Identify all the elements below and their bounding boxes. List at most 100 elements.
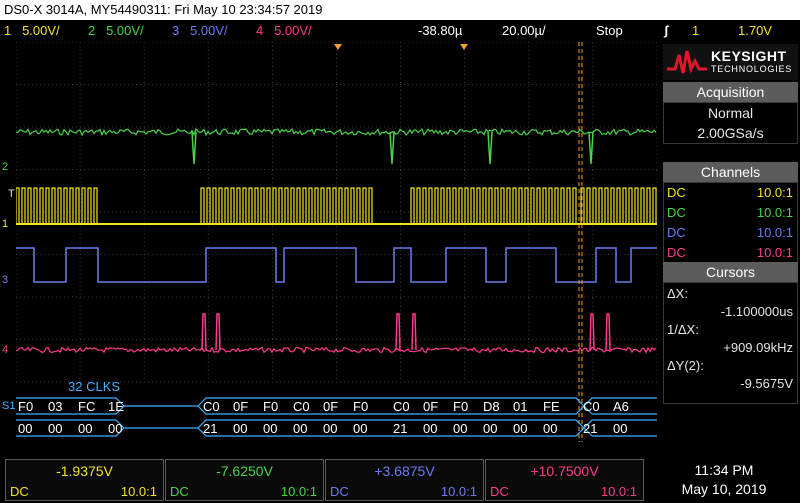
channel-row-2[interactable]: DC 10.0:1 — [664, 203, 797, 223]
ch1-ground-marker[interactable]: 1 — [2, 218, 8, 230]
ch4-coupling: DC — [667, 245, 686, 260]
ch4-number: 4 — [256, 23, 264, 38]
channel-row-4[interactable]: DC 10.0:1 — [664, 243, 797, 263]
serial-byte: 21 — [583, 421, 597, 436]
acquisition-header[interactable]: Acquisition — [663, 82, 798, 102]
ch3-probe: 10.0:1 — [756, 225, 793, 240]
serial-byte: F0 — [18, 399, 33, 414]
ch4-measure-value: +10.7500V — [530, 463, 599, 479]
serial-byte: 00 — [353, 421, 367, 436]
acquisition-body: Normal 2.00GSa/s — [663, 102, 798, 144]
ch4-probe: 10.0:1 — [756, 245, 793, 260]
inv-dx-value-row: +909.09kHz — [664, 339, 797, 357]
acquisition-mode: Normal — [707, 105, 754, 121]
serial-bus-marker[interactable]: S1 — [2, 400, 15, 412]
trigger-source[interactable]: 1 — [692, 20, 699, 42]
ch1-measure-probe: 10.0:1 — [120, 484, 157, 499]
serial-byte: 00 — [423, 421, 437, 436]
ch4-measure-probe: 10.0:1 — [600, 484, 637, 499]
ch4-scale: 5.00V/ — [274, 23, 312, 38]
ch3-measure-value: +3.6875V — [374, 463, 435, 479]
ch1-number: 1 — [4, 23, 12, 38]
serial-byte: F0 — [263, 399, 278, 414]
waveform-display[interactable]: F0 03 FC 1E C0 0F F0 C0 0F F0 C0 0F F0 D8 01 FE C0 A6 00 00… — [2, 42, 657, 442]
keysight-logo: KEYSIGHT TECHNOLOGIES — [663, 44, 798, 80]
timebase-scale[interactable]: 20.00µ/ — [502, 20, 546, 42]
ch3-number: 3 — [172, 23, 180, 38]
horizontal-delay[interactable]: -38.80µ — [418, 20, 462, 42]
bottom-measurement-bar: -1.9375V DC 10.0:1 -7.6250V DC 10.0:1 +3… — [0, 457, 800, 503]
measure-cell-ch2[interactable]: -7.6250V DC 10.0:1 — [165, 459, 324, 501]
ch2-glitch — [191, 131, 197, 165]
ch4-ground-marker[interactable]: 4 — [2, 344, 8, 356]
ch4-status[interactable]: 4 5.00V/ — [256, 20, 312, 42]
channel-row-1[interactable]: DC 10.0:1 — [664, 183, 797, 203]
clock-time: 11:34 PM — [694, 462, 754, 478]
serial-byte: 0F — [323, 399, 338, 414]
ch3-scale: 5.00V/ — [190, 23, 228, 38]
serial-byte: 21 — [393, 421, 407, 436]
channels-header[interactable]: Channels — [663, 162, 798, 182]
serial-byte: F0 — [353, 399, 368, 414]
measure-cell-ch4[interactable]: +10.7500V DC 10.0:1 — [485, 459, 644, 501]
ch3-measure-coupling: DC — [330, 484, 349, 499]
ch2-ground-marker[interactable]: 2 — [2, 161, 8, 173]
ch3-trace — [16, 247, 657, 283]
dx-label: ΔX: — [667, 286, 688, 301]
dy-label: ΔY(2): — [667, 358, 704, 373]
window-title: DS0-X 3014A, MY54490311: Fri May 10 23:3… — [0, 0, 800, 20]
rising-edge-trigger-icon: ʃ — [664, 23, 669, 38]
serial-byte: 00 — [48, 421, 62, 436]
measure-cell-ch1[interactable]: -1.9375V DC 10.0:1 — [5, 459, 164, 501]
serial-byte: 00 — [483, 421, 497, 436]
serial-byte: 00 — [453, 421, 467, 436]
brand-name: KEYSIGHT — [711, 48, 787, 64]
clock: 11:34 PM May 10, 2019 — [648, 461, 800, 499]
dy-value-row: -9.5675V — [664, 375, 797, 393]
ch2-scale: 5.00V/ — [106, 23, 144, 38]
ch2-glitch — [487, 131, 493, 165]
serial-byte: FC — [78, 399, 95, 414]
channels-body: DC 10.0:1 DC 10.0:1 DC 10.0:1 DC 10.0:1 — [663, 182, 798, 264]
inv-dx-value: +909.09kHz — [723, 340, 793, 355]
serial-byte: 00 — [543, 421, 557, 436]
ch1-status[interactable]: 1 5.00V/ — [4, 20, 60, 42]
serial-byte: 00 — [233, 421, 247, 436]
trigger-level[interactable]: 1.70V — [738, 20, 772, 42]
ch4-spike — [201, 313, 207, 351]
dx-value-row: -1.100000us — [664, 303, 797, 321]
serial-byte: 00 — [18, 421, 32, 436]
ch2-measure-value: -7.6250V — [216, 463, 273, 479]
inv-dx-label: 1/ΔX: — [667, 322, 699, 337]
serial-byte: 00 — [263, 421, 277, 436]
cursors-body: ΔX: -1.100000us 1/ΔX: +909.09kHz ΔY(2): … — [663, 282, 798, 404]
serial-byte: C0 — [203, 399, 220, 414]
channel-row-3[interactable]: DC 10.0:1 — [664, 223, 797, 243]
ch4-spike — [411, 313, 417, 351]
serial-byte: A6 — [613, 399, 629, 414]
clks-label: 32 CLKS — [68, 379, 121, 394]
measure-cell-ch3[interactable]: +3.6875V DC 10.0:1 — [325, 459, 484, 501]
serial-byte: 00 — [108, 421, 122, 436]
run-state[interactable]: Stop — [596, 20, 623, 42]
ch2-glitch — [588, 131, 594, 165]
keysight-wave-icon — [667, 50, 707, 74]
ch2-measure-coupling: DC — [170, 484, 189, 499]
ch3-measure-probe: 10.0:1 — [440, 484, 477, 499]
ch3-ground-marker[interactable]: 3 — [2, 274, 8, 286]
cursors-header[interactable]: Cursors — [663, 262, 798, 282]
ch2-measure-probe: 10.0:1 — [280, 484, 317, 499]
ch3-status[interactable]: 3 5.00V/ — [172, 20, 228, 42]
serial-byte: 00 — [293, 421, 307, 436]
ch1-probe: 10.0:1 — [756, 185, 793, 200]
ch2-probe: 10.0:1 — [756, 205, 793, 220]
ch1-measure-coupling: DC — [10, 484, 29, 499]
serial-byte: 21 — [203, 421, 217, 436]
ch2-glitch — [389, 131, 395, 165]
trigger-level-marker[interactable]: T — [8, 188, 15, 200]
serial-byte: 03 — [48, 399, 62, 414]
ch2-status[interactable]: 2 5.00V/ — [88, 20, 144, 42]
info-panel: KEYSIGHT TECHNOLOGIES Acquisition Normal… — [659, 42, 800, 457]
ch1-scale: 5.00V/ — [22, 23, 60, 38]
serial-byte: 00 — [78, 421, 92, 436]
